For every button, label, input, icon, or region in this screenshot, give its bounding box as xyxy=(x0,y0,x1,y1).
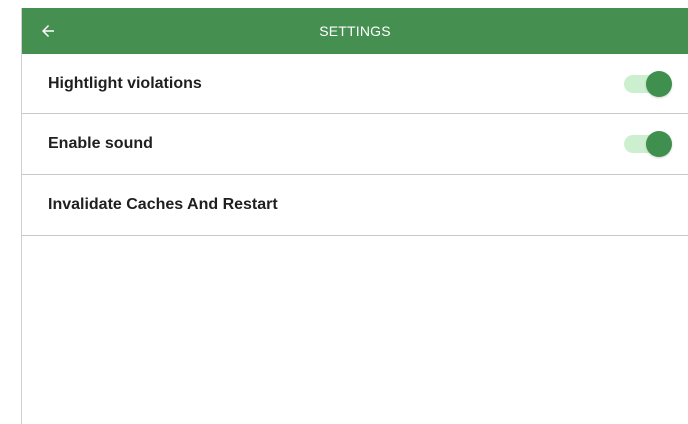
enable-sound-toggle[interactable] xyxy=(624,131,672,157)
setting-row-enable-sound[interactable]: Enable sound xyxy=(22,114,688,175)
setting-label-enable-sound: Enable sound xyxy=(48,135,153,152)
invalidate-caches-action: Invalidate Caches And Restart xyxy=(48,196,278,213)
settings-screen: SETTINGS Hightlight violations Enable so… xyxy=(22,8,688,424)
app-bar: SETTINGS xyxy=(22,8,688,54)
toggle-thumb xyxy=(646,70,672,97)
page-title: SETTINGS xyxy=(319,23,391,39)
toggle-thumb xyxy=(646,131,672,157)
setting-row-invalidate-caches[interactable]: Invalidate Caches And Restart xyxy=(22,175,688,236)
screen-frame: SETTINGS Hightlight violations Enable so… xyxy=(0,0,688,424)
highlight-violations-toggle[interactable] xyxy=(624,70,672,97)
settings-list: Hightlight violations Enable sound Inval… xyxy=(22,54,688,236)
setting-label-highlight-violations: Hightlight violations xyxy=(48,74,202,92)
setting-row-highlight-violations[interactable]: Hightlight violations xyxy=(22,54,688,114)
